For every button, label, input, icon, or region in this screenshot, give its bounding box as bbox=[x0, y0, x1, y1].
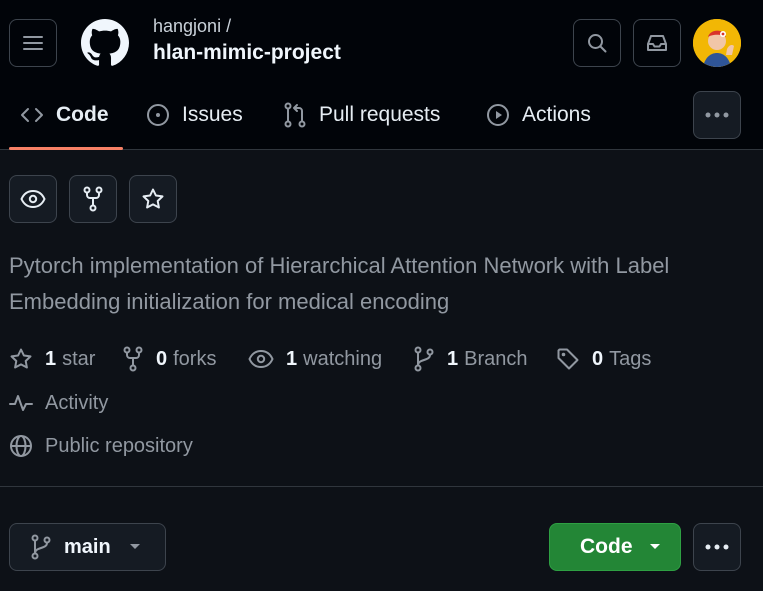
repo-description: Pytorch implementation of Hierarchical A… bbox=[9, 253, 670, 314]
branch-selector-button[interactable]: main bbox=[9, 523, 166, 571]
activity-link[interactable]: Activity bbox=[9, 388, 108, 418]
repo-owner-link[interactable]: hangjoni / bbox=[153, 16, 231, 37]
tab-issues[interactable]: Issues bbox=[146, 92, 243, 138]
activity-label: Activity bbox=[45, 391, 109, 414]
kebab-horizontal-icon bbox=[705, 112, 729, 118]
triangle-down-icon bbox=[129, 544, 140, 549]
branches-link[interactable]: 1 Branch bbox=[413, 344, 528, 374]
tab-actions[interactable]: Actions bbox=[486, 92, 591, 138]
eye-icon bbox=[248, 349, 274, 369]
tab-label: Actions bbox=[522, 103, 591, 126]
git-branch-icon bbox=[414, 346, 434, 372]
stars-count: 1 bbox=[45, 347, 57, 370]
tab-label: Pull requests bbox=[319, 103, 441, 126]
search-button[interactable] bbox=[573, 19, 621, 67]
watchers-count: 1 bbox=[286, 347, 298, 370]
repo-forked-icon bbox=[83, 186, 103, 212]
more-tabs-button[interactable] bbox=[693, 91, 741, 139]
section-divider bbox=[0, 486, 763, 487]
forks-count: 0 bbox=[156, 347, 168, 370]
stars-link[interactable]: 1 star bbox=[9, 344, 95, 374]
visibility-label: Public repository bbox=[45, 434, 193, 457]
more-options-button[interactable] bbox=[693, 523, 741, 571]
menu-button[interactable] bbox=[9, 19, 57, 67]
inbox-button[interactable] bbox=[633, 19, 681, 67]
star-button[interactable] bbox=[129, 175, 177, 223]
branches-label: Branch bbox=[464, 347, 528, 370]
github-logo-icon[interactable] bbox=[81, 19, 129, 67]
globe-icon bbox=[10, 435, 32, 457]
branches-count: 1 bbox=[447, 347, 459, 370]
repo-name-link[interactable]: hlan-mimic-project bbox=[153, 41, 341, 65]
kebab-horizontal-icon bbox=[705, 544, 729, 550]
tags-link[interactable]: 0 Tags bbox=[556, 344, 651, 374]
repo-forked-icon bbox=[123, 346, 143, 372]
issue-opened-icon bbox=[147, 104, 169, 126]
branch-name: main bbox=[64, 535, 111, 558]
star-icon bbox=[142, 188, 164, 209]
star-icon bbox=[10, 348, 32, 369]
triangle-down-icon bbox=[649, 544, 660, 549]
visibility-info: Public repository bbox=[9, 431, 193, 461]
user-avatar[interactable] bbox=[693, 19, 741, 67]
tags-label: Tags bbox=[609, 347, 652, 370]
tab-label: Issues bbox=[182, 103, 243, 126]
git-branch-icon bbox=[31, 534, 51, 560]
tab-pull-requests[interactable]: Pull requests bbox=[283, 92, 440, 138]
play-icon bbox=[487, 104, 509, 126]
git-pull-request-icon bbox=[284, 102, 306, 128]
eye-icon bbox=[20, 189, 46, 209]
code-dropdown-button[interactable]: Code bbox=[549, 523, 681, 571]
watchers-link[interactable]: 1 watching bbox=[248, 344, 382, 374]
pulse-icon bbox=[9, 395, 33, 411]
search-icon bbox=[588, 34, 607, 53]
app-header: hangjoni / hlan-mimic-project Code Issue… bbox=[0, 0, 763, 150]
selected-tab-indicator bbox=[9, 147, 123, 150]
avatar-illustration-icon bbox=[693, 19, 741, 67]
fork-button[interactable] bbox=[69, 175, 117, 223]
tag-icon bbox=[557, 348, 579, 370]
stars-label: star bbox=[62, 347, 96, 370]
forks-link[interactable]: 0 forks bbox=[122, 344, 216, 374]
watchers-label: watching bbox=[303, 347, 383, 370]
hamburger-icon bbox=[23, 36, 43, 50]
tags-count: 0 bbox=[592, 347, 604, 370]
watch-button[interactable] bbox=[9, 175, 57, 223]
code-icon bbox=[21, 108, 43, 122]
code-button-label: Code bbox=[580, 535, 633, 558]
tab-label: Code bbox=[56, 103, 109, 126]
inbox-icon bbox=[647, 35, 667, 51]
tab-code[interactable]: Code bbox=[20, 92, 109, 138]
forks-label: forks bbox=[173, 347, 217, 370]
